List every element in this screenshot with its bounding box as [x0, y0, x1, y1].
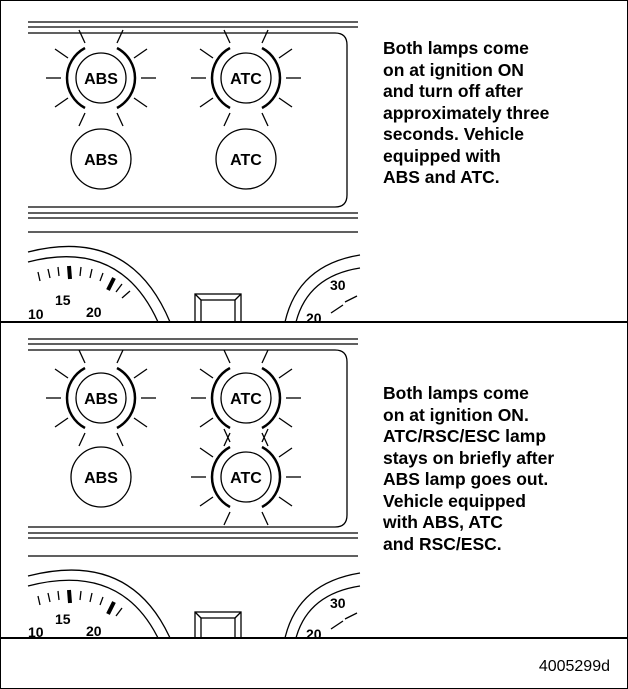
panel-2-illustration: ABS ATC ABS ATC 10 15 20 30 20: [27, 338, 361, 642]
gauge-tick-label: 20: [306, 310, 322, 326]
lamp-label: ABS: [84, 71, 118, 88]
figure-id: 4005299d: [538, 658, 610, 675]
cluster-panel: [28, 32, 348, 208]
lamp-label: ATC: [230, 470, 262, 487]
gauge-tick-label: 10: [28, 306, 44, 322]
center-indicator: [194, 611, 242, 639]
abs-lamp-lit: ABS: [45, 349, 157, 447]
gauge-tick-label: 30: [330, 595, 346, 611]
gauge-tick-label: 20: [306, 626, 322, 642]
right-gauge: 30 20: [284, 572, 361, 642]
gauge-tick-label: 15: [55, 611, 71, 627]
lamp-label: ATC: [230, 71, 262, 88]
panel-1-illustration: ABS ATC ABS ATC 10 15 20 30 20: [27, 21, 361, 326]
atc-lamp-lit: ATC: [190, 428, 302, 526]
lamp-label: ATC: [230, 391, 262, 408]
abs-lamp-off: ABS: [70, 128, 132, 190]
left-gauge: 10 15 20: [27, 245, 171, 323]
center-indicator: [194, 293, 242, 323]
lamp-label: ABS: [84, 470, 118, 487]
gauge-tick-label: 30: [330, 277, 346, 293]
lamp-label: ATC: [230, 152, 262, 169]
atc-lamp-lit: ATC: [190, 29, 302, 127]
abs-lamp-lit: ABS: [45, 29, 157, 127]
gauge-tick-label: 20: [86, 304, 102, 320]
panel-2-caption: Both lamps come on at ignition ON. ATC/R…: [383, 383, 555, 554]
lamp-label: ABS: [84, 391, 118, 408]
atc-lamp-off: ATC: [215, 128, 277, 190]
left-gauge: 10 15 20: [27, 569, 171, 640]
abs-lamp-off: ABS: [70, 446, 132, 508]
right-gauge: 30 20: [284, 254, 361, 326]
gauge-tick-label: 15: [55, 292, 71, 308]
atc-lamp-lit: ATC: [190, 349, 302, 447]
lamp-label: ABS: [84, 152, 118, 169]
gauge-tick-label: 20: [86, 623, 102, 639]
panel-1-caption: Both lamps come on at ignition ON and tu…: [383, 38, 550, 187]
